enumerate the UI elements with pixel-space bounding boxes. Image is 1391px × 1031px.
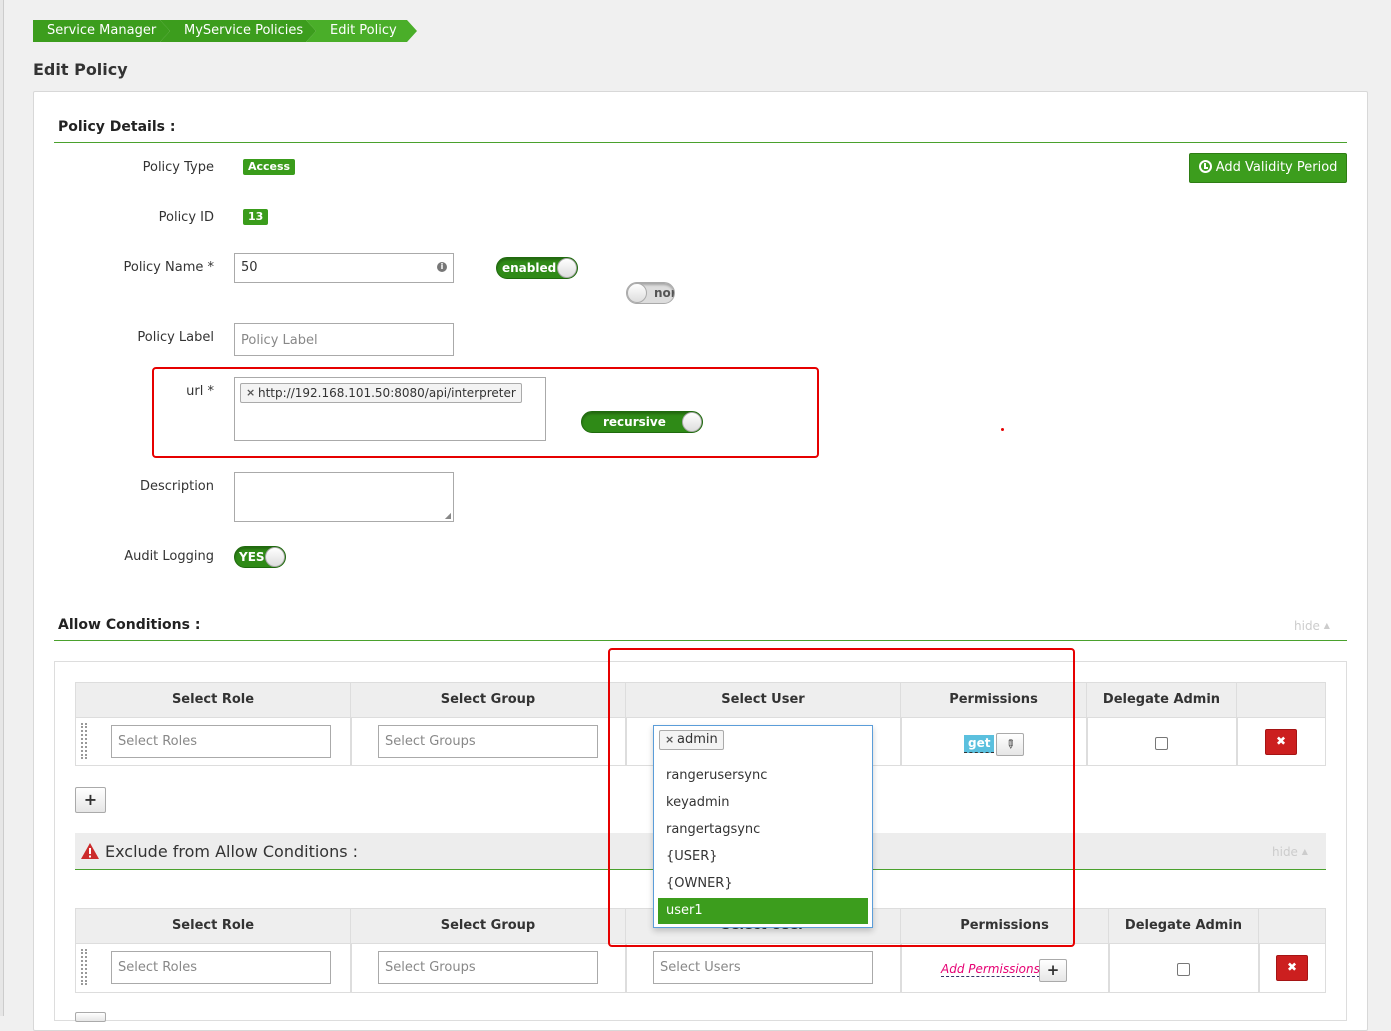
allow-header-actions: [1236, 682, 1326, 718]
allow-roles-placeholder: Select Roles: [118, 734, 198, 749]
exclude-hide-label: hide: [1272, 845, 1298, 859]
exclude-groups-placeholder: Select Groups: [385, 960, 476, 975]
exclude-select-users-input[interactable]: Select Users: [653, 951, 873, 984]
url-input[interactable]: × http://192.168.101.50:8080/api/interpr…: [234, 377, 546, 441]
policy-type-badge: Access: [243, 159, 296, 175]
exclude-header-select-role: Select Role: [75, 908, 351, 944]
exclude-conditions-hide-link[interactable]: hide ▲: [1272, 845, 1308, 859]
normal-toggle-knob: [627, 283, 647, 303]
breadcrumb-edit-policy[interactable]: Edit Policy: [306, 20, 417, 42]
audit-logging-knob: [265, 547, 285, 567]
breadcrumb-myservice-policies[interactable]: MyService Policies: [160, 20, 316, 42]
exclude-conditions-title: Exclude from Allow Conditions :: [105, 842, 359, 861]
allow-header-delegate-admin: Delegate Admin: [1086, 682, 1237, 718]
policy-details-divider: [54, 142, 1347, 143]
url-tag-text: http://192.168.101.50:8080/api/interpret…: [258, 386, 516, 400]
drag-handle-icon[interactable]: [81, 949, 87, 985]
page-title: Edit Policy: [33, 60, 128, 79]
policy-name-label: Policy Name *: [123, 260, 214, 275]
exclude-row-divider: [1108, 943, 1110, 993]
exclude-row-divider: [625, 943, 627, 993]
caret-up-icon: ▲: [1301, 847, 1308, 856]
close-icon: ✖: [1286, 960, 1298, 974]
policy-enabled-toggle[interactable]: enabled: [496, 257, 578, 279]
allow-row-divider: [1086, 717, 1088, 766]
add-exclude-row-button[interactable]: [75, 1012, 106, 1022]
plus-icon: +: [1046, 961, 1060, 979]
allow-row-divider: [350, 717, 352, 766]
exclude-header-select-group: Select Group: [350, 908, 626, 944]
enabled-toggle-knob: [557, 258, 577, 278]
allow-row-divider: [1236, 717, 1238, 766]
plus-icon: +: [83, 790, 98, 809]
policy-name-input[interactable]: 50 i: [234, 253, 454, 283]
policy-label-placeholder: Policy Label: [241, 333, 318, 348]
allow-conditions-divider: [54, 640, 1347, 641]
allow-conditions-hide-link[interactable]: hide ▲: [1294, 619, 1330, 633]
exclude-row-divider: [1258, 943, 1260, 993]
policy-type-label: Policy Type: [142, 160, 214, 175]
exclude-row-divider: [900, 943, 902, 993]
exclude-select-groups-input[interactable]: Select Groups: [378, 951, 598, 984]
allow-groups-placeholder: Select Groups: [385, 734, 476, 749]
policy-name-value: 50: [241, 260, 258, 275]
clock-icon: [1198, 160, 1212, 173]
recursive-toggle-label: recursive: [603, 415, 666, 429]
annotation-dot: [1001, 428, 1004, 431]
exclude-row-delete-button[interactable]: ✖: [1276, 955, 1308, 981]
description-label: Description: [139, 479, 214, 494]
allow-row-delete-button[interactable]: ✖: [1265, 729, 1297, 755]
warning-icon: [80, 842, 100, 864]
breadcrumb-service-manager[interactable]: Service Manager: [33, 20, 170, 42]
exclude-delegate-admin-checkbox[interactable]: [1177, 963, 1190, 976]
allow-delegate-admin-checkbox[interactable]: [1155, 737, 1168, 750]
policy-label-input[interactable]: Policy Label: [234, 323, 454, 356]
allow-conditions-title: Allow Conditions :: [58, 617, 201, 633]
allow-select-roles-input[interactable]: Select Roles: [111, 725, 331, 758]
enabled-toggle-label: enabled: [502, 261, 557, 275]
policy-label-label: Policy Label: [137, 330, 214, 345]
policy-id-badge: 13: [243, 209, 269, 225]
url-label: url *: [186, 384, 214, 399]
remove-tag-icon[interactable]: ×: [246, 384, 255, 402]
policy-id-label: Policy ID: [158, 210, 214, 225]
add-allow-row-button[interactable]: +: [75, 787, 106, 813]
add-permissions-link[interactable]: Add Permissions: [941, 962, 1040, 977]
audit-logging-toggle[interactable]: YES: [234, 546, 286, 568]
left-edge-strip: [0, 0, 4, 1016]
url-tag[interactable]: × http://192.168.101.50:8080/api/interpr…: [240, 383, 522, 403]
user-annotation-box: [608, 648, 1075, 947]
allow-header-select-role: Select Role: [75, 682, 351, 718]
recursive-toggle[interactable]: recursive: [581, 411, 703, 433]
caret-up-icon: ▲: [1323, 621, 1330, 630]
add-validity-period-button[interactable]: Add Validity Period: [1189, 153, 1347, 183]
add-permissions-button[interactable]: +: [1039, 959, 1067, 982]
allow-header-select-group: Select Group: [350, 682, 626, 718]
exclude-header-actions: [1258, 908, 1326, 944]
recursive-toggle-knob: [682, 412, 702, 432]
audit-logging-label: Audit Logging: [124, 549, 214, 564]
allow-select-groups-input[interactable]: Select Groups: [378, 725, 598, 758]
policy-normal-toggle[interactable]: nor: [626, 282, 675, 304]
exclude-row-divider: [350, 943, 352, 993]
drag-handle-icon[interactable]: [81, 723, 87, 759]
exclude-header-delegate-admin: Delegate Admin: [1108, 908, 1259, 944]
description-textarea[interactable]: ◢: [234, 472, 454, 522]
info-icon: i: [437, 262, 447, 272]
exclude-roles-placeholder: Select Roles: [118, 960, 198, 975]
add-validity-period-label: Add Validity Period: [1215, 160, 1338, 175]
allow-hide-label: hide: [1294, 619, 1320, 633]
exclude-select-roles-input[interactable]: Select Roles: [111, 951, 331, 984]
audit-logging-value: YES: [239, 550, 265, 564]
close-icon: ✖: [1275, 734, 1287, 748]
exclude-users-placeholder: Select Users: [660, 960, 741, 975]
normal-toggle-label: nor: [654, 286, 675, 300]
policy-details-title: Policy Details :: [58, 119, 176, 135]
resize-grip-icon: ◢: [444, 511, 451, 520]
